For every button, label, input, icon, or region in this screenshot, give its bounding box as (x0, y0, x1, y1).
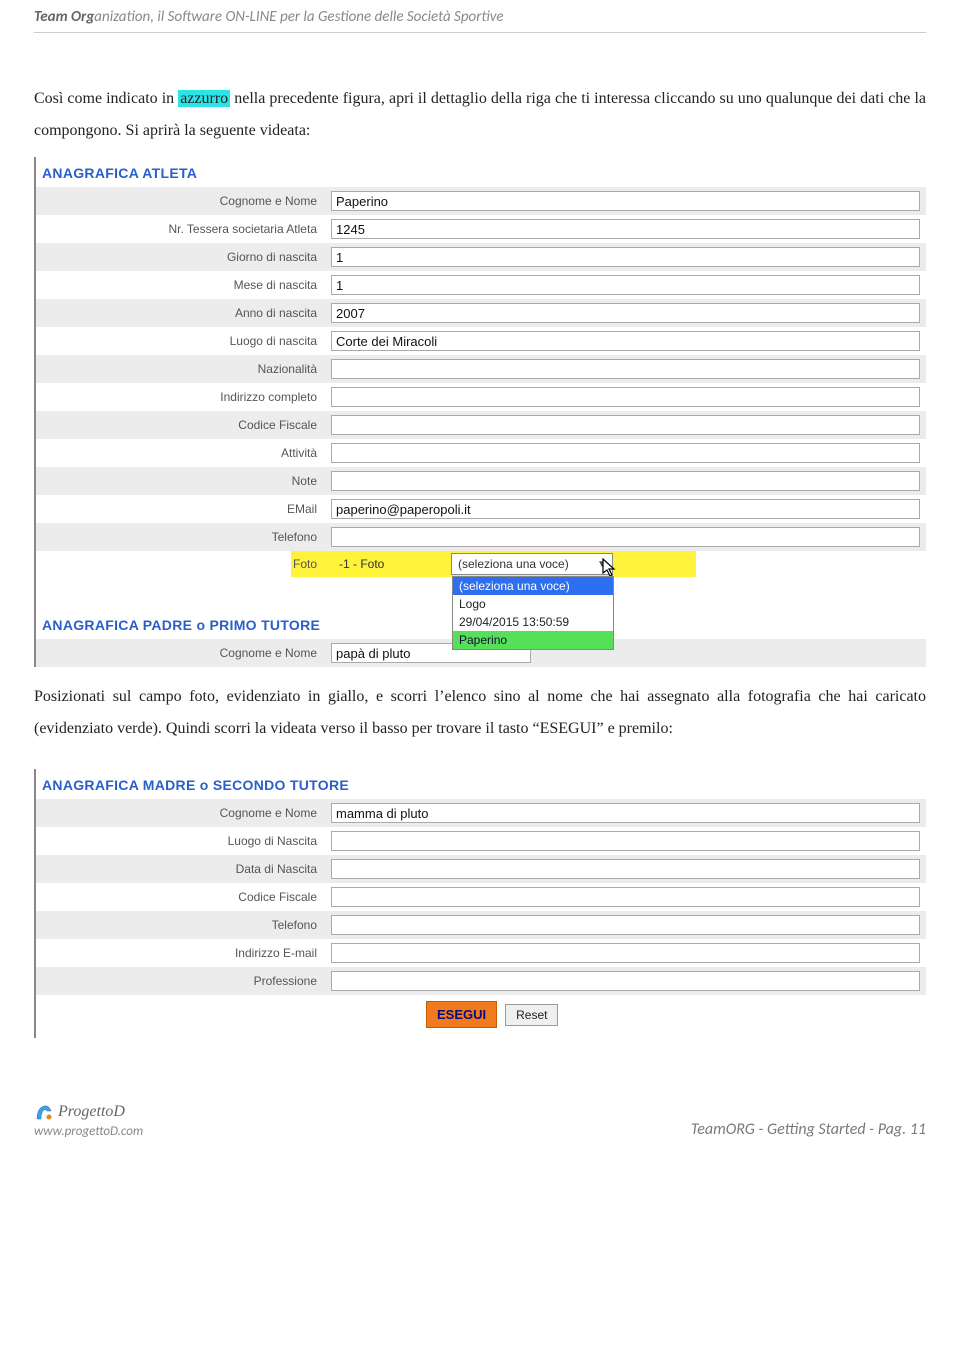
label: Cognome e Nome (36, 806, 331, 820)
para1-a: Così come indicato in (34, 90, 178, 107)
label: Data di Nascita (36, 862, 331, 876)
label: Attività (36, 446, 331, 460)
row-giorno: Giorno di nascita (36, 243, 926, 271)
label: Nr. Tessera societaria Atleta (36, 222, 331, 236)
input-cognome-nome[interactable] (331, 191, 920, 211)
label-foto: Foto (36, 557, 331, 571)
label: Nazionalità (36, 362, 331, 376)
screenshot-athlete-form: ANAGRAFICA ATLETA Cognome e Nome Nr. Tes… (34, 157, 926, 667)
foto-dropdown[interactable]: (seleziona una voce) Logo 29/04/2015 13:… (452, 576, 614, 650)
button-row: ESEGUI Reset (36, 995, 926, 1038)
foto-option[interactable]: (seleziona una voce) (453, 577, 613, 595)
foto-select-value: (seleziona una voce) (458, 557, 569, 571)
reset-button[interactable]: Reset (505, 1004, 558, 1026)
foto-option[interactable]: Logo (453, 595, 613, 613)
input-note[interactable] (331, 471, 920, 491)
input-luogo[interactable] (331, 331, 920, 351)
doc-header: Team Organization, il Software ON-LINE p… (34, 8, 926, 33)
label: Indirizzo E-mail (36, 946, 331, 960)
row-cf: Codice Fiscale (36, 411, 926, 439)
label: Note (36, 474, 331, 488)
input-mese[interactable] (331, 275, 920, 295)
label: Professione (36, 974, 331, 988)
foto-select[interactable]: (seleziona una voce) ▼ (seleziona una vo… (451, 553, 613, 575)
input-nazionalita[interactable] (331, 359, 920, 379)
row-email: EMail (36, 495, 926, 523)
label: Codice Fiscale (36, 418, 331, 432)
row-indirizzo: Indirizzo completo (36, 383, 926, 411)
page-footer: ProgettoD www.progettoD.com TeamORG - Ge… (0, 1062, 960, 1145)
label: Luogo di nascita (36, 334, 331, 348)
row-madre-cognome: Cognome e Nome (36, 799, 926, 827)
label: Anno di nascita (36, 306, 331, 320)
label: Telefono (36, 918, 331, 932)
row-note: Note (36, 467, 926, 495)
input-telefono[interactable] (331, 527, 920, 547)
brand: ProgettoD (34, 1102, 125, 1122)
input-madre-cognome[interactable] (331, 803, 920, 823)
input-email[interactable] (331, 499, 920, 519)
foto-sublabel: -1 - Foto (331, 557, 451, 571)
foto-option[interactable]: Paperino (453, 631, 613, 649)
input-madre-cf[interactable] (331, 887, 920, 907)
row-madre-tel: Telefono (36, 911, 926, 939)
input-madre-data[interactable] (331, 859, 920, 879)
row-madre-data: Data di Nascita (36, 855, 926, 883)
label: Indirizzo completo (36, 390, 331, 404)
input-anno[interactable] (331, 303, 920, 323)
row-madre-luogo: Luogo di Nascita (36, 827, 926, 855)
row-madre-prof: Professione (36, 967, 926, 995)
label: Telefono (36, 530, 331, 544)
row-nazionalita: Nazionalità (36, 355, 926, 383)
row-madre-email: Indirizzo E-mail (36, 939, 926, 967)
esegui-button[interactable]: ESEGUI (426, 1001, 497, 1028)
input-madre-luogo[interactable] (331, 831, 920, 851)
input-cf[interactable] (331, 415, 920, 435)
label: Mese di nascita (36, 278, 331, 292)
brand-text: ProgettoD (58, 1103, 125, 1121)
chevron-down-icon: ▼ (594, 559, 610, 570)
row-tessera: Nr. Tessera societaria Atleta (36, 215, 926, 243)
label: Luogo di Nascita (36, 834, 331, 848)
footer-url: www.progettoD.com (34, 1124, 143, 1139)
doc-header-bold: Team Org (34, 8, 94, 26)
input-madre-tel[interactable] (331, 915, 920, 935)
input-attivita[interactable] (331, 443, 920, 463)
paragraph-2: Posizionati sul campo foto, evidenziato … (34, 681, 926, 745)
doc-header-rest: anization, il Software ON-LINE per la Ge… (94, 8, 503, 26)
row-luogo: Luogo di nascita (36, 327, 926, 355)
para1-highlight: azzurro (178, 90, 230, 107)
footer-page-info: TeamORG - Getting Started - Pag. 11 (691, 1120, 926, 1139)
section-title-athlete: ANAGRAFICA ATLETA (36, 157, 926, 187)
screenshot-madre-form: ANAGRAFICA MADRE o SECONDO TUTORE Cognom… (34, 769, 926, 1038)
row-attivita: Attività (36, 439, 926, 467)
row-telefono: Telefono (36, 523, 926, 551)
footer-logo: ProgettoD www.progettoD.com (34, 1102, 143, 1139)
input-madre-email[interactable] (331, 943, 920, 963)
input-madre-prof[interactable] (331, 971, 920, 991)
label: Cognome e Nome (36, 194, 331, 208)
paragraph-1: Così come indicato in azzurro nella prec… (34, 83, 926, 147)
section-title-madre: ANAGRAFICA MADRE o SECONDO TUTORE (36, 769, 926, 799)
input-indirizzo[interactable] (331, 387, 920, 407)
label: EMail (36, 502, 331, 516)
input-giorno[interactable] (331, 247, 920, 267)
row-madre-cf: Codice Fiscale (36, 883, 926, 911)
row-foto: Foto -1 - Foto (seleziona una voce) ▼ (s… (36, 551, 926, 577)
logo-icon (34, 1102, 54, 1122)
foto-option[interactable]: 29/04/2015 13:50:59 (453, 613, 613, 631)
label: Cognome e Nome (36, 646, 331, 660)
row-cognome-nome: Cognome e Nome (36, 187, 926, 215)
input-tessera[interactable] (331, 219, 920, 239)
row-anno: Anno di nascita (36, 299, 926, 327)
label: Codice Fiscale (36, 890, 331, 904)
form-rows-athlete: Cognome e Nome Nr. Tessera societaria At… (36, 187, 926, 639)
row-mese: Mese di nascita (36, 271, 926, 299)
label: Giorno di nascita (36, 250, 331, 264)
